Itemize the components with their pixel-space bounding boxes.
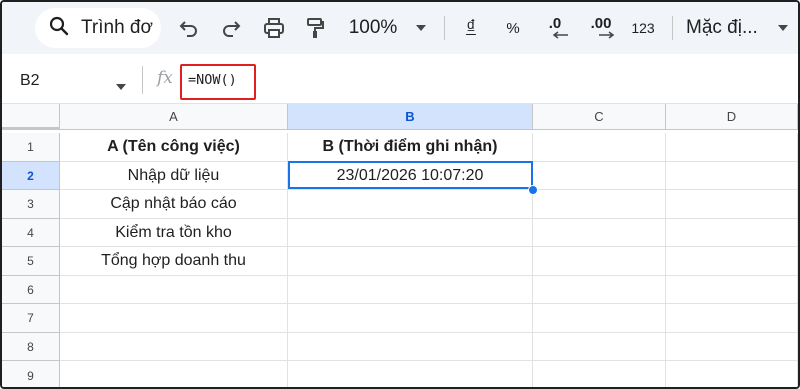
column-header-d[interactable]: D [666, 104, 798, 130]
search-icon [49, 16, 69, 41]
name-box[interactable]: B2 [20, 72, 40, 90]
cell-c5[interactable] [533, 247, 666, 276]
select-all-corner[interactable] [2, 104, 60, 130]
print-icon [264, 18, 284, 38]
toolbar-divider [672, 16, 673, 40]
formula-input[interactable]: =NOW() [188, 72, 237, 88]
cell-d2[interactable] [666, 162, 798, 190]
cell-b9[interactable] [288, 361, 533, 387]
row-header-5[interactable]: 5 [2, 247, 60, 276]
formula-bar-divider [142, 66, 143, 94]
formula-bar: B2 fx =NOW() [2, 54, 798, 104]
row-header-4[interactable]: 4 [2, 219, 60, 247]
fill-handle[interactable] [528, 185, 538, 195]
cell-a5[interactable]: Tổng hợp doanh thu [60, 247, 288, 276]
cell-a1[interactable]: A (Tên công việc) [60, 133, 288, 162]
increase-decimal-button[interactable]: .00 [584, 2, 618, 54]
number-format-label: 123 [631, 20, 655, 36]
row-header-9[interactable]: 9 [2, 361, 60, 387]
cell-d9[interactable] [666, 361, 798, 387]
cell-b4[interactable] [288, 219, 533, 247]
font-family-select[interactable]: Mặc đị... [686, 2, 770, 54]
cell-b5[interactable] [288, 247, 533, 276]
cell-d6[interactable] [666, 276, 798, 304]
cell-a8[interactable] [60, 333, 288, 361]
paint-format-button[interactable] [302, 2, 328, 54]
row-header-7[interactable]: 7 [2, 304, 60, 333]
cell-c9[interactable] [533, 361, 666, 387]
cell-b6[interactable] [288, 276, 533, 304]
increase-decimal-label: .00 [590, 15, 612, 32]
zoom-value: 100% [348, 17, 398, 38]
font-dropdown-icon[interactable] [774, 2, 792, 54]
paint-format-icon [307, 18, 324, 38]
function-icon: fx [157, 68, 173, 88]
arrow-left-icon [552, 31, 568, 39]
undo-button[interactable] [176, 2, 202, 54]
print-button[interactable] [260, 2, 288, 54]
row-header-2[interactable]: 2 [2, 162, 60, 190]
toolbar: Trình đơ 100% ₫ % .0 .00 123 Mặc đị... [2, 2, 798, 54]
undo-icon [179, 21, 197, 37]
sheet-grid: A B C D 1 2 3 4 5 6 7 8 9 A (Tên công vi… [2, 104, 798, 387]
column-header-a[interactable]: A [60, 104, 288, 130]
cell-d7[interactable] [666, 304, 798, 333]
cell-c3[interactable] [533, 190, 666, 219]
cell-c1[interactable] [533, 133, 666, 162]
cell-a6[interactable] [60, 276, 288, 304]
menu-search-label: Trình đơ [81, 17, 153, 38]
cell-a7[interactable] [60, 304, 288, 333]
arrow-right-icon [599, 31, 615, 39]
menu-search[interactable]: Trình đơ [35, 8, 161, 48]
column-header-b[interactable]: B [288, 104, 533, 130]
row-header-8[interactable]: 8 [2, 333, 60, 361]
decrease-decimal-label: .0 [548, 15, 562, 32]
percent-symbol: % [506, 19, 520, 37]
zoom-dropdown-icon[interactable] [412, 2, 430, 54]
cell-c2[interactable] [533, 162, 666, 190]
currency-symbol: ₫ [466, 17, 476, 38]
redo-button[interactable] [218, 2, 244, 54]
row-header-6[interactable]: 6 [2, 276, 60, 304]
redo-icon [223, 21, 241, 37]
font-family-value: Mặc đị... [686, 17, 758, 38]
cell-b8[interactable] [288, 333, 533, 361]
cell-a2[interactable]: Nhập dữ liệu [60, 162, 288, 190]
name-box-dropdown-icon[interactable] [115, 78, 127, 96]
cell-d8[interactable] [666, 333, 798, 361]
cell-c7[interactable] [533, 304, 666, 333]
cell-c6[interactable] [533, 276, 666, 304]
cell-b2[interactable]: 23/01/2026 10:07:20 [288, 162, 533, 190]
cell-d5[interactable] [666, 247, 798, 276]
decrease-decimal-button[interactable]: .0 [540, 2, 570, 54]
cell-d3[interactable] [666, 190, 798, 219]
cell-b7[interactable] [288, 304, 533, 333]
row-header-3[interactable]: 3 [2, 190, 60, 219]
cell-b1[interactable]: B (Thời điểm ghi nhận) [288, 133, 533, 162]
cell-d1[interactable] [666, 133, 798, 162]
number-format-button[interactable]: 123 [628, 2, 658, 54]
currency-format-button[interactable]: ₫ [460, 2, 482, 54]
cell-a4[interactable]: Kiểm tra tồn kho [60, 219, 288, 247]
cell-a3[interactable]: Cập nhật báo cáo [60, 190, 288, 219]
spreadsheet-window: Trình đơ 100% ₫ % .0 .00 123 Mặc đị... B… [0, 0, 800, 389]
row-header-1[interactable]: 1 [2, 133, 60, 162]
cell-c8[interactable] [533, 333, 666, 361]
zoom-select[interactable]: 100% [344, 2, 402, 54]
cell-b3[interactable] [288, 190, 533, 219]
column-header-c[interactable]: C [533, 104, 666, 130]
cell-a9[interactable] [60, 361, 288, 387]
toolbar-divider [444, 16, 445, 40]
percent-format-button[interactable]: % [502, 2, 524, 54]
cell-d4[interactable] [666, 219, 798, 247]
cell-c4[interactable] [533, 219, 666, 247]
